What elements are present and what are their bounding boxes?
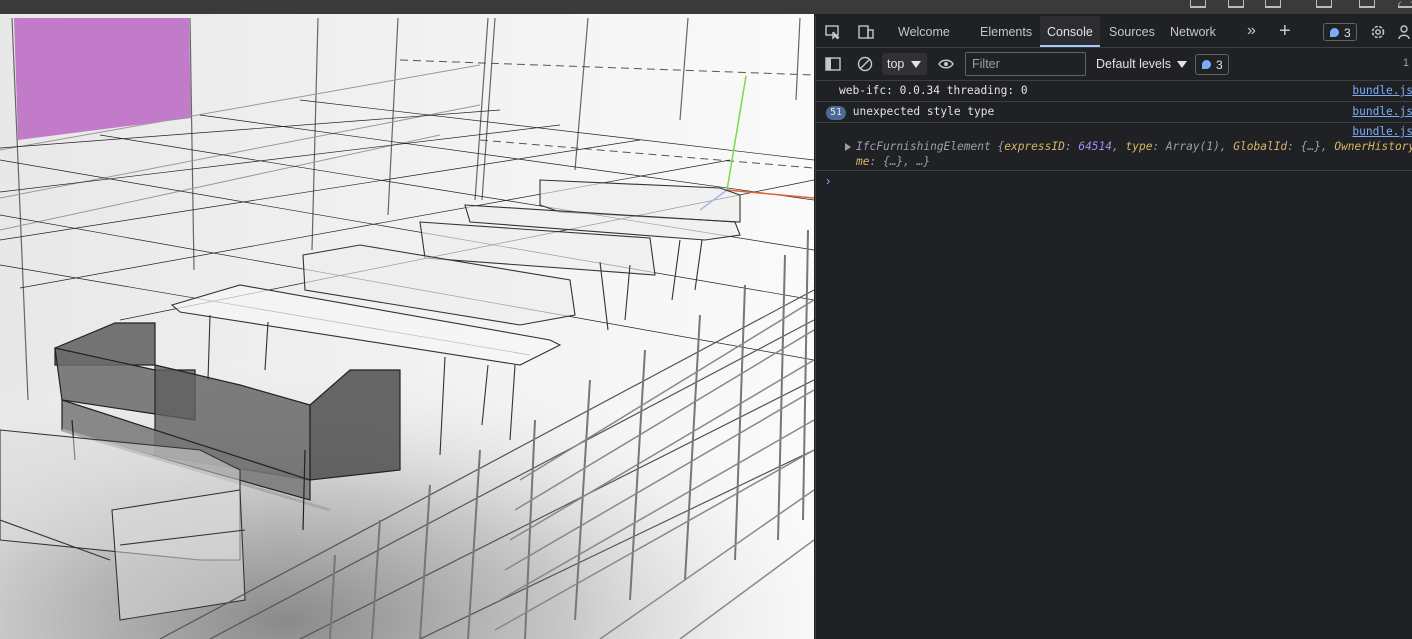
favorites-icon[interactable]: [1316, 0, 1332, 8]
console-message: 51 unexpected style type bundle.js: [816, 102, 1412, 123]
chevron-down-icon: [1177, 61, 1188, 68]
source-link[interactable]: bundle.js: [1352, 125, 1412, 138]
object-preview-token: OwnerHistory: [1334, 140, 1412, 153]
devtools-tab-bar: Welcome Elements Console Sources Network…: [816, 16, 1412, 48]
object-preview-token: 64514: [1078, 140, 1113, 153]
issues-icon: [1330, 28, 1339, 37]
issues-badge[interactable]: 3: [1323, 23, 1357, 41]
toolbar-issues-badge[interactable]: 3: [1195, 54, 1229, 75]
object-preview-token: expressID: [1004, 140, 1065, 153]
bookmark-icon[interactable]: [1190, 0, 1206, 8]
source-link[interactable]: bundle.js: [1352, 102, 1412, 122]
tab-network[interactable]: Network: [1170, 16, 1216, 47]
profile-icon[interactable]: [1398, 0, 1412, 8]
object-preview-token: : {…},: [1287, 140, 1335, 153]
console-toolbar: top Default levels 3 1: [816, 48, 1412, 81]
tab-welcome[interactable]: Welcome: [898, 16, 950, 47]
chevron-down-icon: [911, 61, 921, 68]
settings-gear-icon[interactable]: [1369, 23, 1387, 41]
devtools-panel: Welcome Elements Console Sources Network…: [815, 16, 1412, 639]
object-preview-token: : {…}, …}: [869, 155, 931, 168]
object-preview: {expressID: 64514, type: Array(1), Globa…: [997, 140, 1412, 153]
source-link[interactable]: bundle.js: [1352, 81, 1412, 101]
object-preview-token: :: [1064, 140, 1079, 153]
hidden-count: 1: [1402, 57, 1409, 69]
collections-icon[interactable]: [1359, 0, 1375, 8]
live-expression-eye-icon[interactable]: [937, 55, 955, 73]
filter-input[interactable]: [965, 52, 1086, 76]
object-preview-token: : Array(1),: [1152, 140, 1234, 153]
object-preview-token: type: [1125, 140, 1153, 153]
object-preview-continued: me: {…}, …}: [856, 155, 930, 168]
issues-icon: [1202, 60, 1211, 69]
more-tabs-icon[interactable]: »: [1247, 16, 1256, 47]
console-output: web-ifc: 0.0.34 threading: 0 bundle.js 5…: [816, 81, 1412, 191]
repeat-count-badge: 51: [826, 106, 847, 120]
console-prompt[interactable]: ›: [816, 171, 1412, 191]
context-selector[interactable]: top: [882, 53, 927, 75]
zoom-icon[interactable]: [1228, 0, 1244, 8]
sidebar-toggle-icon[interactable]: [824, 55, 842, 73]
customize-devtools-icon[interactable]: [1397, 23, 1412, 41]
object-preview-token: me: [856, 155, 870, 168]
object-class-name: IfcFurnishingElement: [856, 140, 991, 153]
inspect-element-icon[interactable]: [824, 23, 842, 41]
add-tab-icon[interactable]: +: [1279, 16, 1291, 47]
console-message: web-ifc: 0.0.34 threading: 0 bundle.js: [816, 81, 1412, 102]
ifc-scene[interactable]: [0, 14, 814, 639]
log-levels-dropdown[interactable]: Default levels: [1096, 53, 1189, 75]
object-preview-token: ,: [1112, 140, 1126, 153]
browser-top-bar: [0, 0, 1412, 14]
clear-console-icon[interactable]: [856, 55, 874, 73]
tab-console[interactable]: Console: [1040, 16, 1100, 47]
prompt-chevron-icon: ›: [826, 173, 831, 188]
extensions-icon[interactable]: [1265, 0, 1281, 8]
device-toolbar-icon[interactable]: [857, 23, 875, 41]
expand-triangle-icon[interactable]: [845, 143, 853, 151]
tab-sources[interactable]: Sources: [1109, 16, 1155, 47]
object-preview-token: GlobalId: [1233, 140, 1288, 153]
3d-model-viewport[interactable]: [0, 14, 814, 639]
console-object-message[interactable]: bundle.js IfcFurnishingElement {expressI…: [816, 123, 1412, 171]
tab-elements[interactable]: Elements: [980, 16, 1032, 47]
